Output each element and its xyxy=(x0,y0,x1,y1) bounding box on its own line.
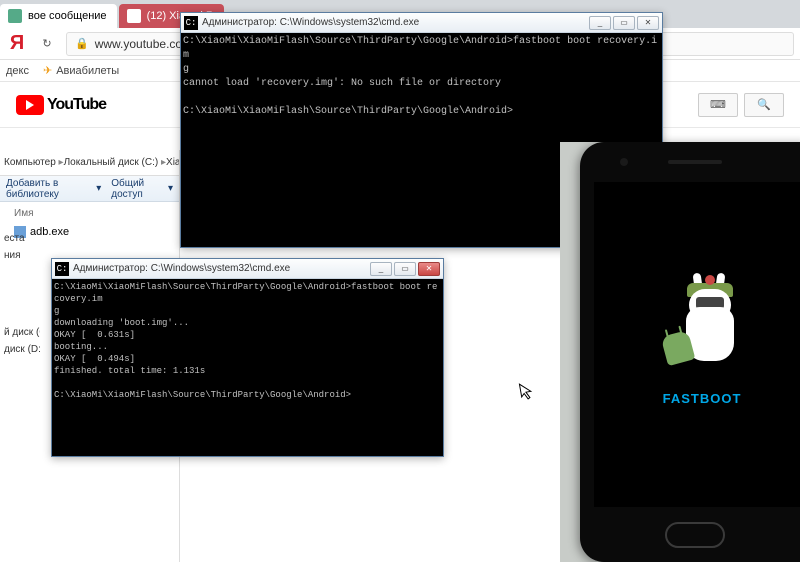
phone-screen: FASTBOOT xyxy=(594,182,800,507)
favicon-icon xyxy=(8,9,22,23)
bookmark-item[interactable]: декс xyxy=(6,65,29,77)
spacer xyxy=(0,264,40,324)
toolbar-share[interactable]: Общий доступ ▾ xyxy=(111,178,173,200)
window-titlebar[interactable]: C: Администратор: C:\Windows\system32\cm… xyxy=(181,13,662,33)
search-button[interactable]: 🔍 xyxy=(744,93,784,117)
mouse-cursor-icon xyxy=(518,381,535,404)
youtube-play-icon xyxy=(16,95,44,115)
lock-icon: 🔒 xyxy=(75,37,89,50)
cmd-icon: C: xyxy=(184,16,198,30)
reload-icon: ↻ xyxy=(42,37,51,50)
toolbar-label: Добавить в библиотеку xyxy=(6,178,93,200)
bookmark-item[interactable]: ✈ Авиабилеты xyxy=(43,64,119,77)
youtube-brand-text: YouTube xyxy=(47,96,106,114)
navpane-item[interactable]: диск (D:) xyxy=(0,341,40,358)
explorer-navpane: еста ния й диск (C:) диск (D:) xyxy=(0,230,40,358)
toolbar-add-library[interactable]: Добавить в библиотеку ▾ xyxy=(6,178,101,200)
phone-home-button xyxy=(665,522,725,548)
cmd-icon: C: xyxy=(55,262,69,276)
mi-bunny-icon xyxy=(662,283,742,373)
navpane-item[interactable]: ния xyxy=(0,247,40,264)
phone-speaker xyxy=(668,160,722,164)
youtube-logo[interactable]: YouTube xyxy=(16,95,106,115)
yandex-logo-icon[interactable]: Я xyxy=(6,33,28,55)
url-text: www.youtube.com xyxy=(95,37,192,51)
explorer-toolbar: Добавить в библиотеку ▾ Общий доступ ▾ xyxy=(0,176,179,202)
maximize-button[interactable]: ▭ xyxy=(394,262,416,276)
minimize-button[interactable]: _ xyxy=(370,262,392,276)
crumb[interactable]: XiaoMi xyxy=(166,157,179,168)
close-button[interactable]: ✕ xyxy=(418,262,440,276)
desk-surface: FASTBOOT xyxy=(560,142,800,562)
explorer-breadcrumb[interactable]: Компьютер Локальный диск (C:) XiaoMi Xia xyxy=(0,150,179,176)
tab-label: вое сообщение xyxy=(28,10,107,22)
toolbar-label: Общий доступ xyxy=(111,178,165,200)
plane-icon: ✈ xyxy=(43,64,52,77)
minimize-button[interactable]: _ xyxy=(589,16,611,30)
reload-button[interactable]: ↻ xyxy=(36,33,58,55)
browser-tab[interactable]: вое сообщение xyxy=(0,4,117,28)
navpane-item[interactable]: еста xyxy=(0,230,40,247)
search-icon: 🔍 xyxy=(757,98,771,111)
chevron-down-icon: ▾ xyxy=(96,183,101,194)
favicon-icon xyxy=(127,9,141,23)
window-title: Администратор: C:\Windows\system32\cmd.e… xyxy=(202,17,585,28)
phone-camera xyxy=(620,158,628,166)
bookmark-label: декс xyxy=(6,65,29,77)
close-button[interactable]: ✕ xyxy=(637,16,659,30)
bookmark-label: Авиабилеты xyxy=(56,65,119,77)
phone-device: FASTBOOT xyxy=(580,142,800,562)
window-titlebar[interactable]: C: Администратор: C:\Windows\system32\cm… xyxy=(52,259,443,279)
terminal-output[interactable]: C:\XiaoMi\XiaoMiFlash\Source\ThirdParty\… xyxy=(52,279,443,456)
maximize-button[interactable]: ▭ xyxy=(613,16,635,30)
keyboard-icon: ⌨ xyxy=(710,98,726,111)
navpane-item[interactable]: й диск (C:) xyxy=(0,324,40,341)
cmd-window-2[interactable]: C: Администратор: C:\Windows\system32\cm… xyxy=(51,258,444,457)
crumb[interactable]: Локальный диск (C:) xyxy=(64,157,166,168)
crumb[interactable]: Компьютер xyxy=(4,157,64,168)
window-title: Администратор: C:\Windows\system32\cmd.e… xyxy=(73,263,366,274)
fastboot-label: FASTBOOT xyxy=(663,391,742,406)
keyboard-button[interactable]: ⌨ xyxy=(698,93,738,117)
column-header-name[interactable]: Имя xyxy=(4,206,175,221)
chevron-down-icon: ▾ xyxy=(168,183,173,194)
